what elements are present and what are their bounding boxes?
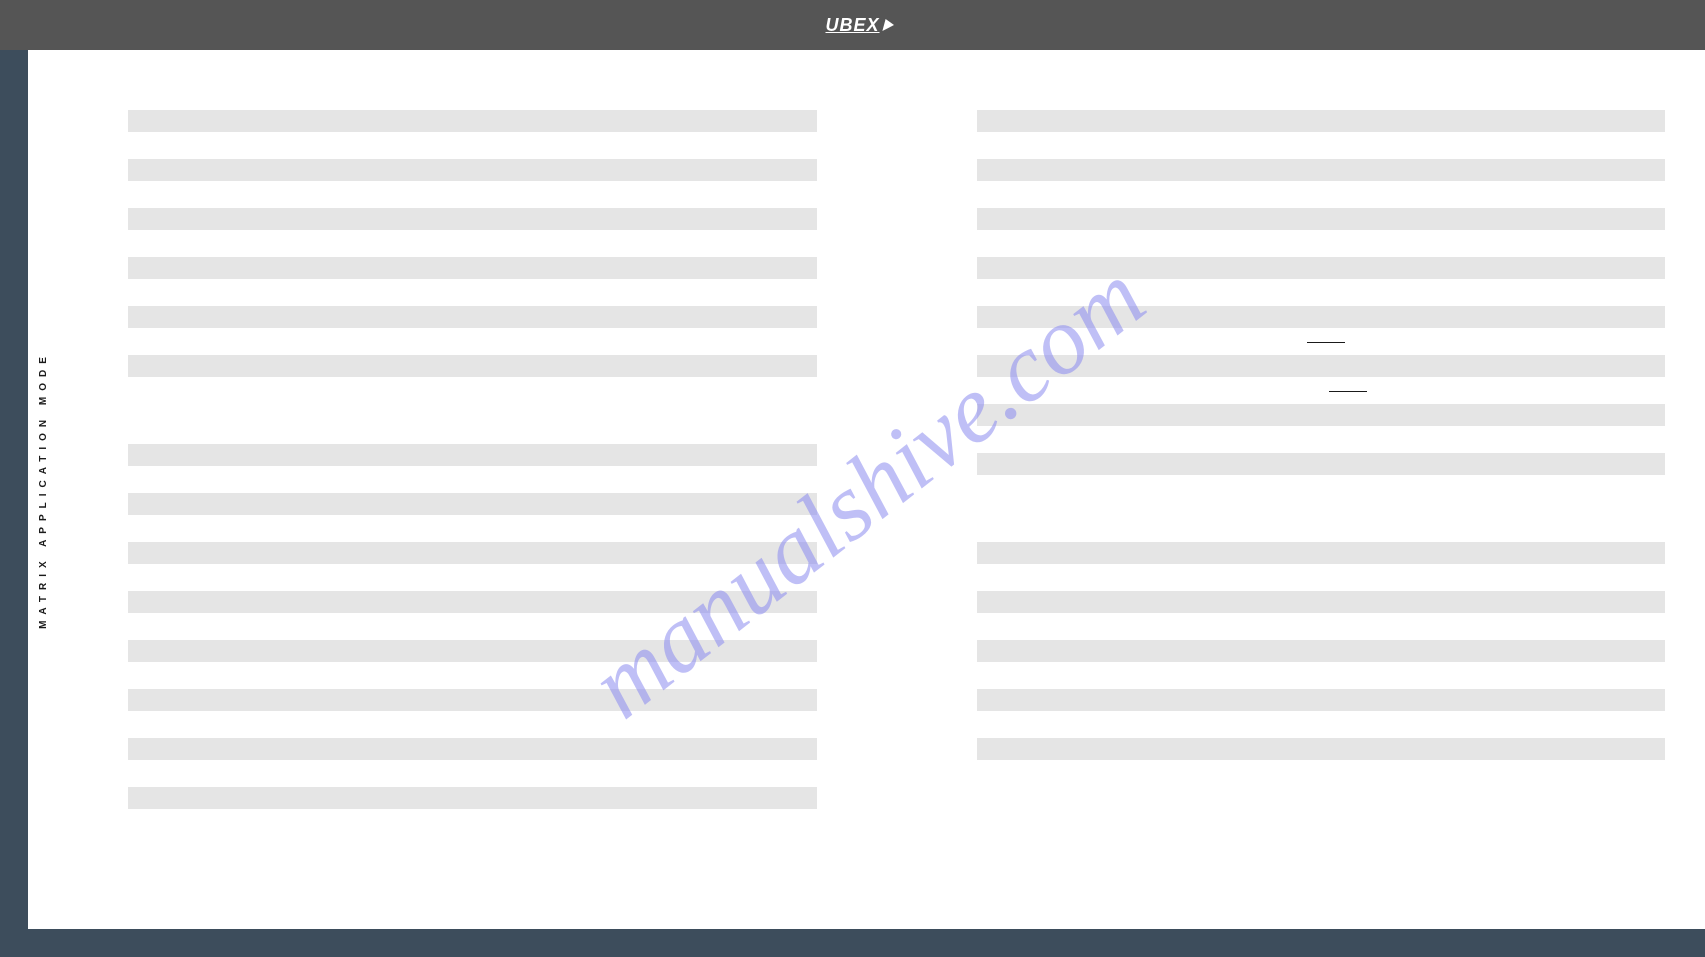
placeholder-line	[977, 640, 1666, 662]
placeholder-line	[977, 159, 1666, 181]
brand-logo: UBEX	[825, 15, 879, 36]
placeholder-line	[128, 110, 817, 132]
placeholder-line	[977, 591, 1666, 613]
placeholder-line	[128, 640, 817, 662]
placeholder-line	[128, 542, 817, 564]
content-columns	[128, 110, 1665, 889]
placeholder-line	[128, 493, 817, 515]
text-underline	[1307, 342, 1345, 343]
placeholder-line	[128, 306, 817, 328]
placeholder-line	[977, 355, 1666, 377]
placeholder-line	[977, 738, 1666, 760]
placeholder-line	[128, 738, 817, 760]
placeholder-line	[977, 306, 1666, 328]
placeholder-line	[977, 689, 1666, 711]
placeholder-line	[977, 208, 1666, 230]
placeholder-line	[128, 355, 817, 377]
placeholder-line	[977, 453, 1666, 475]
placeholder-line	[128, 444, 817, 466]
placeholder-line	[977, 404, 1666, 426]
placeholder-line	[128, 159, 817, 181]
placeholder-line	[977, 542, 1666, 564]
placeholder-line	[977, 110, 1666, 132]
placeholder-line	[128, 787, 817, 809]
placeholder-line	[977, 257, 1666, 279]
left-column	[128, 110, 817, 889]
placeholder-line	[128, 591, 817, 613]
sidebar-vertical-label: MATRIX APPLICATION MODE	[38, 351, 49, 629]
right-column	[977, 110, 1666, 889]
placeholder-line	[128, 257, 817, 279]
placeholder-line	[128, 689, 817, 711]
document-page: MATRIX APPLICATION MODE manualshive.com	[28, 50, 1705, 929]
text-underline	[1329, 391, 1367, 392]
top-bar: UBEX	[0, 0, 1705, 50]
placeholder-line	[128, 208, 817, 230]
